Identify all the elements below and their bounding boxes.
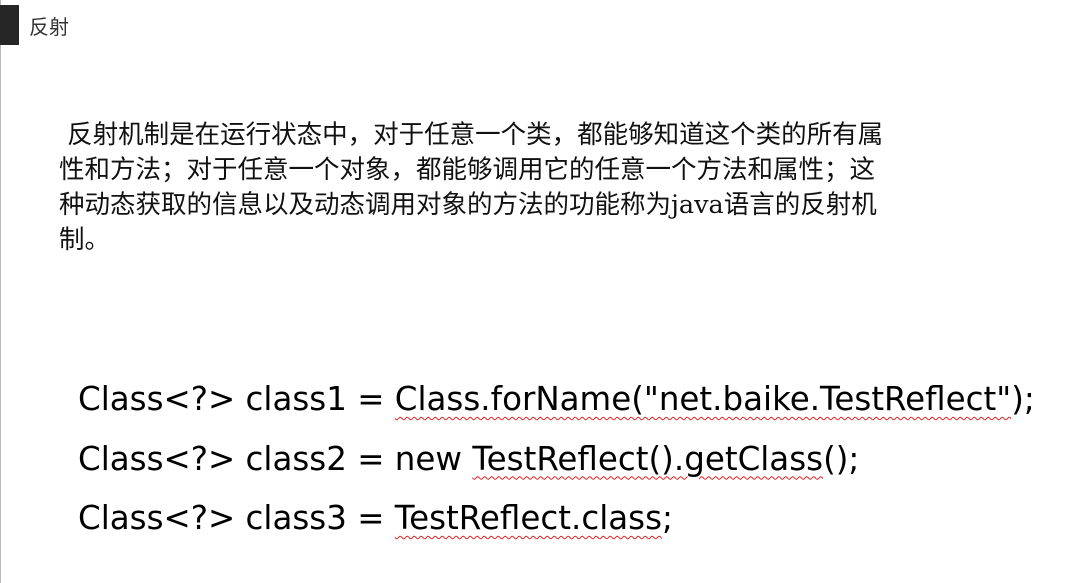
slide-title-bar: 反射 [0, 5, 69, 45]
code-line-3-suffix: ; [662, 499, 673, 537]
code-line-3-prefix: Class<?> class3 = [78, 499, 395, 537]
slide-left-border [0, 0, 1, 583]
code-line-3-spellcheck-text: TestReflect.class [394, 499, 663, 537]
code-line-1-spellcheck-text: Class.forName("net.baike.TestReflect" [394, 380, 1012, 418]
code-line-1-prefix: Class<?> class1 = [78, 380, 395, 418]
description-paragraph[interactable]: 反射机制是在运行状态中，对于任意一个类，都能够知道这个类的所有属 性和方法；对于… [59, 118, 1009, 258]
code-line-3[interactable]: Class<?> class3 = TestReflect.class; [78, 490, 1058, 550]
slide-title[interactable]: 反射 [29, 11, 69, 40]
code-line-2-suffix: (); [823, 439, 860, 478]
title-marker [0, 5, 19, 45]
code-line-2-prefix: Class<?> class2 = new [78, 439, 473, 478]
code-line-1-suffix: ); [1011, 380, 1035, 418]
code-line-2[interactable]: Class<?> class2 = new TestReflect().getC… [78, 431, 1058, 491]
code-block: Class<?> class1 = Class.forName("net.bai… [78, 371, 1058, 550]
code-line-1[interactable]: Class<?> class1 = Class.forName("net.bai… [78, 371, 1058, 431]
code-line-2-spellcheck-text: TestReflect().getClass [472, 439, 824, 478]
